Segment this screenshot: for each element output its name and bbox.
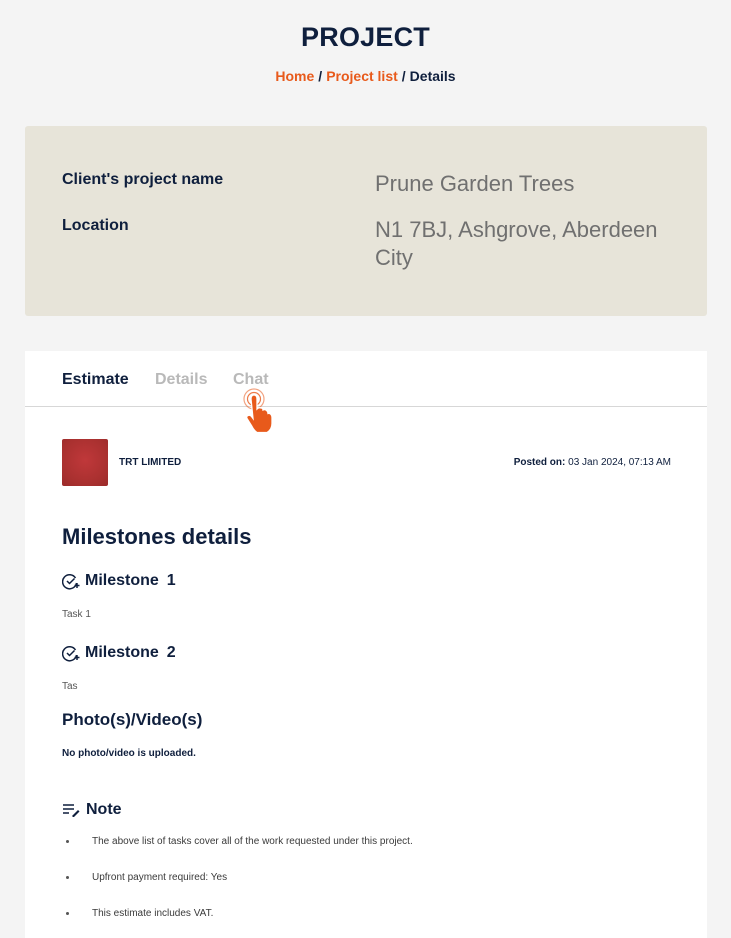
photos-empty-text: No photo/video is uploaded. [62,748,196,759]
note-heading-label: Note [86,801,122,818]
milestone-task: Tas [62,681,78,692]
project-name-label: Client's project name [62,171,224,188]
location-label: Location [62,217,129,234]
breadcrumb: Home / Project list / Details [0,68,731,84]
tab-details[interactable]: Details [155,371,207,389]
milestone-title: Milestone 1 [62,572,176,590]
check-circle-plus-icon [62,574,80,590]
company-avatar [62,439,108,486]
note-edit-icon [63,804,80,817]
milestone-number: 2 [166,644,176,661]
note-item: This estimate includes VAT. [62,907,413,938]
milestone-number: 1 [166,572,176,589]
page-title: PROJECT [301,22,430,52]
breadcrumb-separator: / [318,68,323,84]
milestone-task: Task 1 [62,609,91,620]
milestone-title: Milestone 2 [62,644,176,662]
tab-bar: Estimate Details Chat [25,351,707,407]
company-name: TRT LIMITED [119,457,182,468]
breadcrumb-separator: / [401,68,406,84]
project-name-value: Prune Garden Trees [375,171,575,196]
pointer-hand-icon [243,388,273,434]
project-summary-card: Client's project name Prune Garden Trees… [25,126,707,316]
estimate-card: Estimate Details Chat TRT LIMITED Posted… [25,351,707,938]
check-circle-plus-icon [62,646,80,662]
breadcrumb-project-list-link[interactable]: Project list [326,68,398,84]
posted-label: Posted on: [513,457,566,468]
milestone-label: Milestone [85,644,159,661]
photos-heading: Photo(s)/Video(s) [62,710,203,729]
note-item: The above list of tasks cover all of the… [62,835,413,871]
location-value: N1 7BJ, Ashgrove, Aberdeen City [375,217,658,270]
tab-estimate[interactable]: Estimate [62,371,129,389]
milestones-heading: Milestones details [62,524,252,549]
breadcrumb-home-link[interactable]: Home [275,68,314,84]
posted-date: Posted on: 03 Jan 2024, 07:13 AM [514,457,671,468]
milestone-label: Milestone [85,572,159,589]
note-item: Upfront payment required: Yes [62,871,413,907]
note-heading: Note [62,801,122,819]
posted-value: 03 Jan 2024, 07:13 AM [568,457,671,468]
breadcrumb-current: Details [409,68,456,84]
note-list: The above list of tasks cover all of the… [62,835,413,938]
